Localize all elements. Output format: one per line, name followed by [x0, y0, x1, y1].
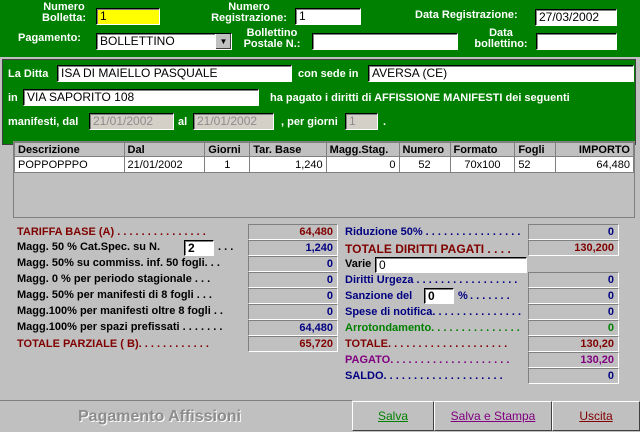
column-header[interactable]: Formato [449, 142, 516, 157]
la-ditta-label: La Ditta [8, 68, 49, 80]
column-header[interactable]: Magg.Stag. [325, 142, 400, 157]
magg50-dots: . . . [218, 241, 234, 253]
header-panel: Numero Bolletta: 1 Numero Registrazione:… [0, 0, 640, 57]
con-sede-label: con sede in [298, 68, 359, 80]
bollettino-postale-input[interactable] [312, 33, 458, 50]
column-header[interactable]: Numero [398, 142, 451, 157]
pagato-value: 130,20 [528, 352, 619, 368]
pagamento-select[interactable]: BOLLETTINO ▼ [96, 33, 232, 50]
tariffa-base-value: 64,480 [248, 224, 338, 240]
data-registrazione-label: Data Registrazione: [415, 9, 518, 21]
numero-bolletta-label: Numero Bolletta: [42, 1, 86, 24]
sanzione-pct-sign: % [458, 290, 468, 302]
column-header[interactable]: IMPORTO [555, 142, 634, 157]
magg100-spazi-label: Magg.100% per spazi prefissati . . . . .… [17, 321, 223, 333]
table-cell: POPPOPPPO [14, 156, 125, 173]
data-bollettino-label: Data bollettino: [474, 27, 528, 50]
riduzione-label: Riduzione 50% . . . . . . . . . . . . . … [345, 226, 521, 238]
table-cell: 52 [514, 156, 557, 173]
spese-notifica-label: Spese di notifica. . . . . . . . . . . .… [345, 306, 522, 318]
numero-registrazione-label: Numero Registrazione: [211, 1, 287, 24]
sede-input[interactable]: AVERSA (CE) [368, 65, 634, 82]
per-giorni-label: , per giorni [281, 116, 338, 128]
dropdown-arrow-icon[interactable]: ▼ [215, 34, 231, 49]
ditta-input[interactable]: ISA DI MAIELLO PASQUALE [57, 65, 292, 82]
ha-pagato-text: ha pagato i diritti di AFFISSIONE MANIFE… [270, 92, 570, 104]
table-cell: 1,240 [249, 156, 327, 173]
sanzione-pct-input[interactable]: 0 [424, 288, 454, 304]
saldo-label: SALDO. . . . . . . . . . . . . . . . . .… [345, 370, 503, 382]
totale-value: 130,20 [528, 336, 619, 352]
in-label: in [8, 92, 18, 104]
magg100-8-label: Magg.100% per manifesti oltre 8 fogli . … [17, 305, 223, 317]
ditta-panel: La Ditta ISA DI MAIELLO PASQUALE con sed… [2, 59, 636, 145]
magg50-value: 1,240 [248, 240, 338, 256]
column-header[interactable]: Fogli [514, 142, 557, 157]
pagamento-label: Pagamento: [18, 32, 81, 44]
manifesti-table: Descrizione Dal Giorni Tar. Base Magg.Stag. N… [14, 142, 634, 173]
varie-label: Varie [345, 258, 372, 270]
column-header[interactable]: Dal [123, 142, 206, 157]
data-bollettino-input[interactable] [536, 33, 617, 50]
table-cell: 52 [398, 156, 451, 173]
indirizzo-input[interactable]: VIA SAPORITO 108 [23, 89, 259, 106]
totale-parziale-value: 65,720 [248, 336, 338, 352]
salva-button[interactable]: Salva [352, 401, 434, 431]
sanzione-dots: . . . . . . . [470, 290, 510, 302]
table-cell: 21/01/2002 [123, 156, 206, 173]
numero-bolletta-input[interactable]: 1 [96, 8, 160, 25]
arrotondamento-value: 0 [528, 320, 619, 336]
al-label: al [178, 116, 188, 128]
pagato-label: PAGATO. . . . . . . . . . . . . . . . . … [345, 354, 510, 366]
al-input[interactable]: 21/01/2002 [193, 113, 274, 130]
magg50-commiss-value: 0 [248, 256, 338, 272]
magg100-spazi-value: 64,480 [248, 320, 338, 336]
spese-notifica-value: 0 [528, 304, 619, 320]
table-header: Descrizione Dal Giorni Tar. Base Magg.Stag. N… [14, 142, 634, 157]
sanzione-label: Sanzione del [345, 290, 413, 302]
table-cell: 1 [204, 156, 251, 173]
data-registrazione-input[interactable]: 27/03/2002 [535, 9, 617, 26]
manifesti-grid[interactable]: Descrizione Dal Giorni Tar. Base Magg.Stag. N… [13, 141, 635, 218]
column-header[interactable]: Descrizione [14, 142, 125, 157]
table-row[interactable]: POPPOPPPO 21/01/2002 1 1,240 0 52 70x100 52 64,4… [14, 156, 634, 173]
saldo-value: 0 [528, 368, 619, 384]
varie-input[interactable]: 0 [375, 257, 527, 273]
magg50-8-label: Magg. 50% per manifesti di 8 fogli . . . [17, 289, 212, 301]
form-title: Pagamento Affissioni [78, 408, 241, 425]
column-header[interactable]: Tar. Base [249, 142, 327, 157]
salva-stampa-button[interactable]: Salva e Stampa [434, 401, 552, 431]
magg50-8-value: 0 [248, 288, 338, 304]
giorni-input[interactable]: 1 [345, 113, 378, 130]
bollettino-postale-label: Bollettino Postale N.: [243, 27, 301, 50]
manifesti-dal-label: manifesti, dal [8, 116, 79, 128]
magg50-n-input[interactable]: 2 [184, 240, 214, 256]
totale-label: TOTALE. . . . . . . . . . . . . . . . . … [345, 338, 508, 350]
magg50-label: Magg. 50 % Cat.Spec. su N. [17, 241, 161, 253]
footer-title-area: Pagamento Affissioni [0, 400, 352, 432]
numero-registrazione-input[interactable]: 1 [295, 8, 361, 25]
riduzione-value: 0 [528, 224, 619, 240]
totale-parziale-label: TOTALE PARZIALE ( B). . . . . . . . . . … [17, 338, 209, 350]
table-cell: 64,480 [555, 156, 634, 173]
totale-diritti-label: TOTALE DIRITTI PAGATI . . . . [345, 242, 511, 256]
tariffa-base-label: TARIFFA BASE (A) . . . . . . . . . . . .… [17, 226, 206, 238]
table-cell: 70x100 [449, 156, 516, 173]
diritti-urgeza-value: 0 [528, 272, 619, 288]
totale-diritti-value: 130,200 [528, 240, 619, 256]
uscita-button[interactable]: Uscita [552, 401, 640, 431]
table-cell: 0 [325, 156, 400, 173]
magg100-8-value: 0 [248, 304, 338, 320]
arrotondamento-label: Arrotondamento. . . . . . . . . . . . . … [345, 322, 520, 334]
pagamento-value: BOLLETTINO [100, 34, 175, 48]
column-header[interactable]: Giorni [204, 142, 251, 157]
diritti-urgeza-label: Diritti Urgeza . . . . . . . . . . . . .… [345, 274, 518, 286]
sanzione-value: 0 [528, 288, 619, 304]
magg0-value: 0 [248, 272, 338, 288]
end-dot: . [383, 116, 387, 128]
magg0-label: Magg. 0 % per periodo stagionale . . . [17, 273, 211, 285]
magg50-commiss-label: Magg. 50% su commiss. inf. 50 fogli. . . [17, 257, 220, 269]
dal-input[interactable]: 21/01/2002 [89, 113, 174, 130]
